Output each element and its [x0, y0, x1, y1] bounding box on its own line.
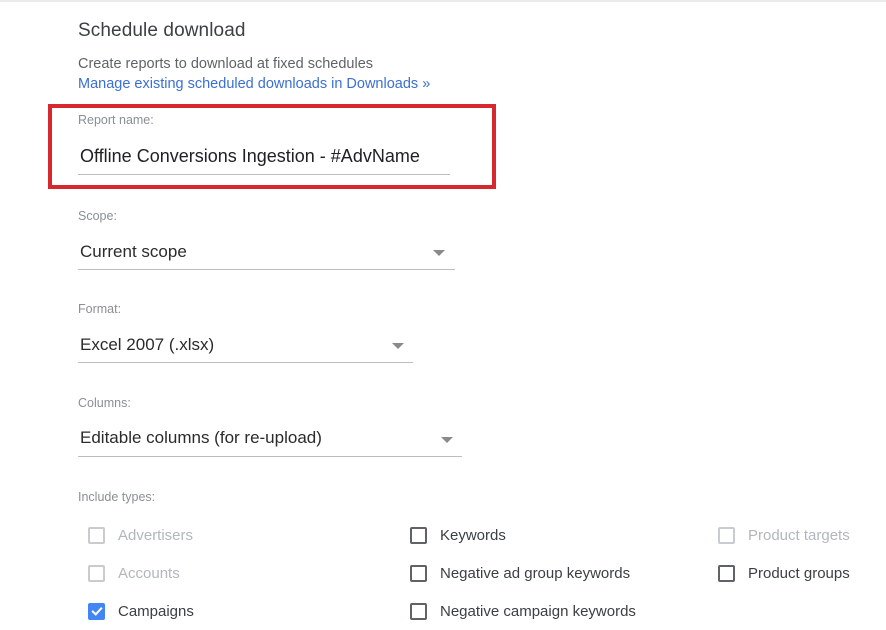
include-type-row: Advertisers [88, 516, 194, 554]
include-type-row[interactable]: Negative campaign keywords [410, 592, 636, 630]
chevron-down-icon-columns[interactable] [441, 437, 453, 443]
include-type-row[interactable]: Campaigns [88, 592, 194, 630]
columns-underline [78, 456, 462, 457]
include-type-row[interactable]: Keywords [410, 516, 636, 554]
scope-underline [78, 269, 455, 270]
schedule-download-panel: Schedule download Create reports to down… [0, 0, 886, 627]
include-type-row[interactable]: Negative ad group keywords [410, 554, 636, 592]
scope-label: Scope: [78, 209, 117, 223]
checkbox-checked-icon[interactable] [88, 602, 105, 620]
include-type-label: Negative campaign keywords [440, 602, 636, 620]
report-name-underline [78, 174, 450, 175]
page-subtitle: Create reports to download at fixed sche… [78, 56, 374, 72]
manage-scheduled-downloads-link[interactable]: Manage existing scheduled downloads in D… [78, 76, 430, 92]
format-label: Format: [78, 302, 122, 316]
columns-select[interactable]: Editable columns (for re-upload) [80, 428, 322, 448]
report-name-label: Report name: [78, 113, 154, 127]
include-type-label: Advertisers [118, 526, 194, 544]
include-type-label: Keywords [440, 526, 506, 544]
include-type-label: Accounts [118, 564, 180, 582]
chevron-down-icon-scope[interactable] [433, 250, 445, 256]
include-type-label: Product groups [748, 564, 850, 582]
checkbox-icon [718, 526, 735, 544]
chevron-down-icon-format[interactable] [392, 343, 404, 349]
scope-select[interactable]: Current scope [80, 242, 187, 262]
include-type-row[interactable]: Product groups [718, 554, 850, 592]
checkbox-icon[interactable] [410, 602, 427, 620]
report-name-input[interactable]: Offline Conversions Ingestion - #AdvName [80, 146, 420, 167]
include-types-label: Include types: [78, 490, 156, 504]
include-type-label: Negative ad group keywords [440, 564, 631, 582]
checkbox-icon [88, 564, 105, 582]
columns-label: Columns: [78, 396, 131, 410]
include-types-column-3: Product targets Product groups [718, 516, 850, 592]
checkbox-icon [88, 526, 105, 544]
include-type-label: Campaigns [118, 602, 194, 620]
format-select[interactable]: Excel 2007 (.xlsx) [80, 335, 214, 355]
checkbox-icon[interactable] [410, 526, 427, 544]
format-underline [78, 362, 413, 363]
include-types-column-2: Keywords Negative ad group keywords Negati… [410, 516, 636, 630]
include-type-label: Product targets [748, 526, 850, 544]
include-types-column-1: Advertisers Accounts Campaigns [88, 516, 194, 630]
page-title: Schedule download [78, 20, 246, 41]
include-type-row: Accounts [88, 554, 194, 592]
include-type-row: Product targets [718, 516, 850, 554]
checkbox-icon[interactable] [718, 564, 735, 582]
checkbox-icon[interactable] [410, 564, 427, 582]
